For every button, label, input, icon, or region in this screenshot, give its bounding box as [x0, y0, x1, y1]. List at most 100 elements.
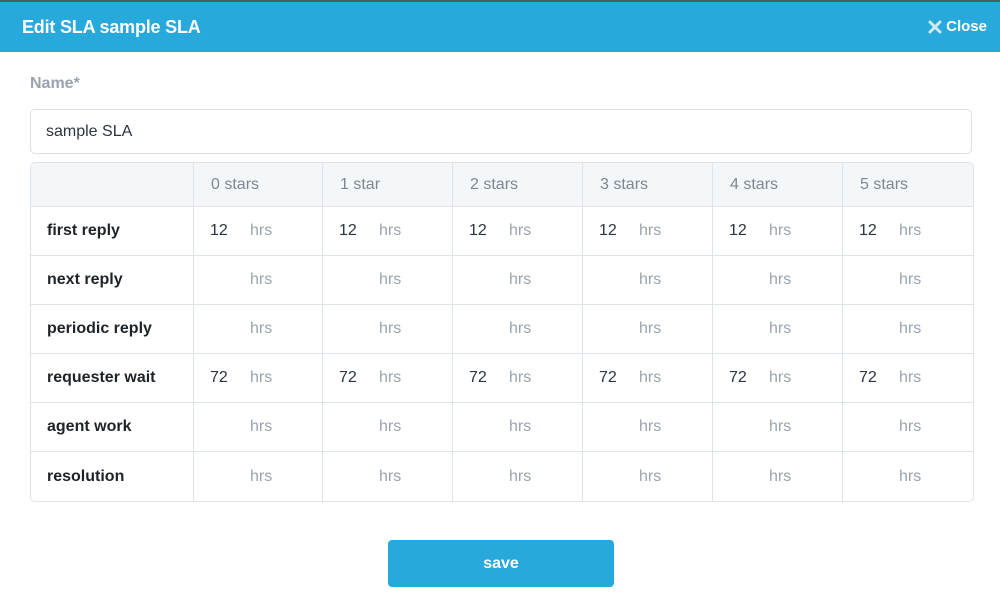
hours-cell: hrs — [583, 256, 713, 305]
corner-header — [31, 163, 194, 207]
hours-cell: hrs — [583, 403, 713, 452]
hours-cell: 12 hrs — [194, 207, 323, 256]
hours-cell: hrs — [323, 305, 453, 354]
hours-unit-label: hrs — [899, 467, 922, 485]
hours-unit-label: hrs — [769, 369, 792, 386]
hours-unit-label: hrs — [509, 271, 532, 288]
hours-unit-label: hrs — [379, 369, 402, 386]
hours-cell: hrs — [194, 305, 323, 354]
hours-cell: 72 hrs — [453, 354, 583, 403]
name-label: Name* — [30, 75, 80, 92]
hours-cell: hrs — [323, 403, 453, 452]
table-header-row: 0 stars 1 star 2 stars 3 stars 4 stars 5… — [31, 163, 973, 207]
hours-cell: hrs — [194, 403, 323, 452]
hours-cell: hrs — [583, 452, 713, 501]
hours-cell: hrs — [843, 452, 973, 501]
hours-cell: 72 hrs — [194, 354, 323, 403]
hours-value-input[interactable]: 12 — [339, 222, 379, 240]
hours-unit-label: hrs — [250, 369, 273, 386]
hours-cell: hrs — [453, 403, 583, 452]
hours-unit-label: hrs — [379, 467, 402, 485]
table-row: first reply 12 hrs 12 hrs 12 hrs 12 hrs 12 hrs 12 hr… — [31, 207, 973, 256]
hours-cell: hrs — [453, 256, 583, 305]
column-header: 0 stars — [194, 163, 323, 207]
hours-unit-label: hrs — [250, 222, 273, 239]
hours-value-input[interactable]: 72 — [210, 369, 250, 387]
hours-cell: 12 hrs — [323, 207, 453, 256]
hours-value-input[interactable]: 72 — [339, 369, 379, 387]
column-header: 2 stars — [453, 163, 583, 207]
close-button[interactable]: Close — [927, 2, 987, 52]
table-row: next reply hrs hrs hrs hrs hrs hrs — [31, 256, 973, 305]
hours-value-input[interactable]: 12 — [859, 222, 899, 240]
hours-unit-label: hrs — [639, 369, 662, 386]
hours-cell: hrs — [453, 452, 583, 501]
hours-cell: hrs — [194, 452, 323, 501]
hours-unit-label: hrs — [509, 418, 532, 435]
hours-cell: hrs — [453, 305, 583, 354]
save-button[interactable]: save — [388, 540, 614, 587]
hours-cell: 12 hrs — [453, 207, 583, 256]
hours-unit-label: hrs — [509, 320, 532, 337]
hours-unit-label: hrs — [379, 222, 402, 239]
hours-value-input[interactable]: 12 — [729, 222, 769, 240]
hours-cell: 72 hrs — [583, 354, 713, 403]
hours-unit-label: hrs — [250, 418, 273, 435]
hours-unit-label: hrs — [639, 222, 662, 239]
table-row: agent work hrs hrs hrs hrs hrs hrs — [31, 403, 973, 452]
hours-unit-label: hrs — [379, 418, 402, 435]
hours-unit-label: hrs — [769, 320, 792, 337]
hours-unit-label: hrs — [250, 320, 273, 337]
hours-cell: 72 hrs — [323, 354, 453, 403]
hours-cell: 12 hrs — [713, 207, 843, 256]
hours-unit-label: hrs — [639, 271, 662, 288]
hours-cell: hrs — [713, 452, 843, 501]
dialog-header: Edit SLA sample SLA Close — [0, 0, 1000, 52]
table-row: requester wait 72 hrs 72 hrs 72 hrs 72 hrs 72 hrs 7… — [31, 354, 973, 403]
table-row: periodic reply hrs hrs hrs hrs hrs hrs — [31, 305, 973, 354]
hours-cell: hrs — [843, 305, 973, 354]
hours-unit-label: hrs — [509, 467, 532, 485]
hours-value-input[interactable]: 12 — [469, 222, 509, 240]
hours-value-input[interactable]: 72 — [469, 369, 509, 387]
hours-cell: hrs — [194, 256, 323, 305]
hours-cell: hrs — [843, 256, 973, 305]
hours-unit-label: hrs — [639, 418, 662, 435]
hours-unit-label: hrs — [769, 467, 792, 485]
hours-cell: 72 hrs — [713, 354, 843, 403]
hours-value-input[interactable]: 12 — [599, 222, 639, 240]
hours-cell: 12 hrs — [583, 207, 713, 256]
hours-unit-label: hrs — [250, 467, 273, 485]
hours-unit-label: hrs — [769, 222, 792, 239]
close-icon — [928, 20, 942, 34]
column-header: 5 stars — [843, 163, 973, 207]
table-row: resolution hrs hrs hrs hrs hrs hrs — [31, 452, 973, 501]
hours-value-input[interactable]: 72 — [729, 369, 769, 387]
hours-value-input[interactable]: 12 — [210, 222, 250, 240]
hours-unit-label: hrs — [769, 418, 792, 435]
column-header: 1 star — [323, 163, 453, 207]
hours-value-input[interactable]: 72 — [599, 369, 639, 387]
close-label: Close — [946, 18, 987, 35]
hours-unit-label: hrs — [639, 467, 662, 485]
column-header: 4 stars — [713, 163, 843, 207]
hours-unit-label: hrs — [899, 222, 922, 239]
hours-unit-label: hrs — [379, 320, 402, 337]
row-label: resolution — [31, 452, 194, 501]
row-label: requester wait — [31, 354, 194, 403]
hours-cell: hrs — [583, 305, 713, 354]
column-header: 3 stars — [583, 163, 713, 207]
row-label: periodic reply — [31, 305, 194, 354]
hours-cell: 12 hrs — [843, 207, 973, 256]
hours-cell: hrs — [713, 256, 843, 305]
row-label: agent work — [31, 403, 194, 452]
hours-value-input[interactable]: 72 — [859, 369, 899, 387]
row-label: next reply — [31, 256, 194, 305]
hours-unit-label: hrs — [899, 418, 922, 435]
hours-unit-label: hrs — [509, 369, 532, 386]
hours-unit-label: hrs — [379, 271, 402, 288]
hours-unit-label: hrs — [899, 320, 922, 337]
hours-unit-label: hrs — [250, 271, 273, 288]
hours-cell: hrs — [713, 305, 843, 354]
name-field[interactable] — [30, 109, 972, 154]
